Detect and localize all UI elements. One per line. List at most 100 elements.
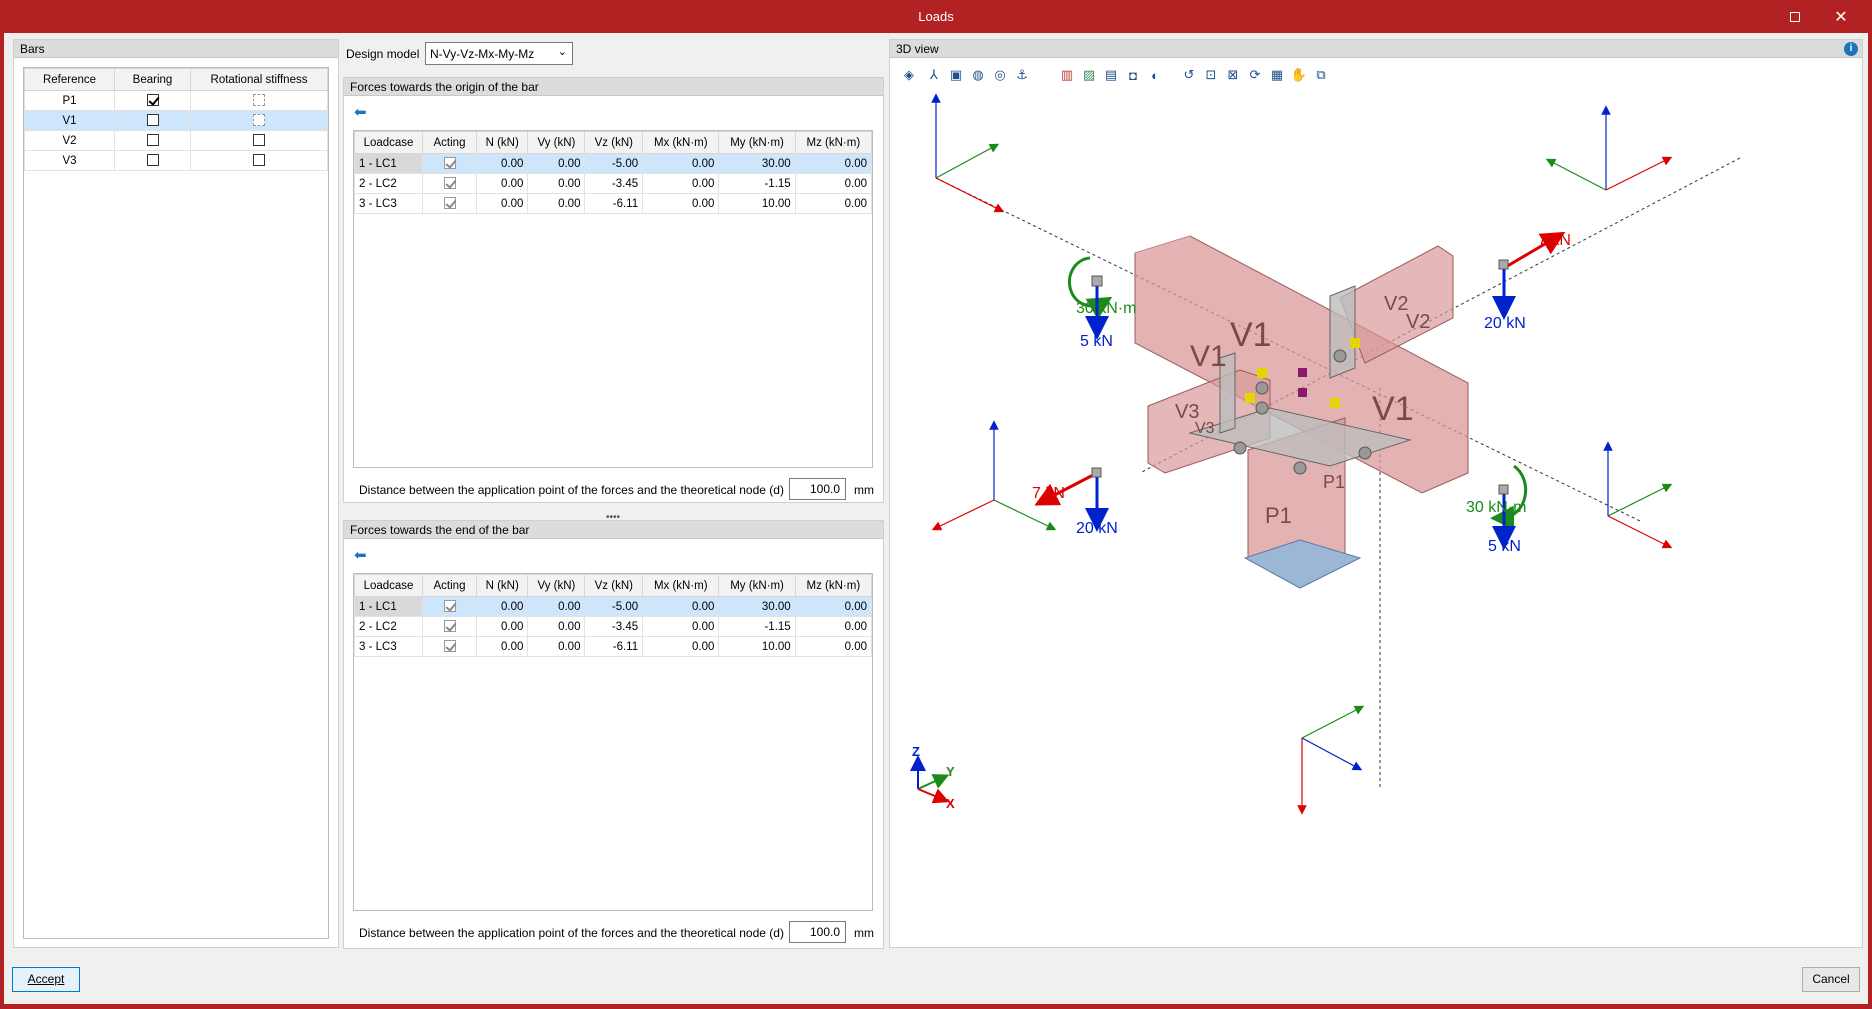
column-acting[interactable]: Acting xyxy=(422,574,477,597)
table-row[interactable]: 1 - LC1 0.00 0.00 -5.00 0.00 30.00 0.00 xyxy=(354,153,873,174)
mx-cell[interactable]: 0.00 xyxy=(642,616,720,637)
plane-icon[interactable]: ▨ xyxy=(1080,66,1098,84)
render-icon[interactable]: ◐ xyxy=(1146,66,1164,84)
vy-cell[interactable]: 0.00 xyxy=(527,616,586,637)
bearing-checkbox[interactable] xyxy=(146,154,159,167)
mz-cell[interactable]: 0.00 xyxy=(794,636,873,657)
solid-view-icon[interactable]: ◍ xyxy=(969,66,987,84)
axes-icon[interactable]: ⅄ xyxy=(925,66,943,84)
vz-cell[interactable]: -6.11 xyxy=(584,193,644,214)
bearing-checkbox[interactable] xyxy=(146,94,159,107)
my-cell[interactable]: 10.00 xyxy=(718,193,796,214)
n-cell[interactable]: 0.00 xyxy=(475,596,529,617)
end-distance-input[interactable]: 100.0 xyxy=(789,921,846,943)
my-cell[interactable]: 10.00 xyxy=(718,636,796,657)
zoom-x2-icon[interactable]: ⊠ xyxy=(1224,66,1242,84)
column-vy[interactable]: Vy (kN) xyxy=(527,131,586,154)
table-row[interactable]: 2 - LC2 0.00 0.00 -3.45 0.00 -1.15 0.00 xyxy=(354,173,873,194)
table-row[interactable]: P1 xyxy=(24,90,328,111)
mx-cell[interactable]: 0.00 xyxy=(642,596,720,617)
back-arrow-icon[interactable]: ⬅ xyxy=(354,103,374,121)
column-loadcase[interactable]: Loadcase xyxy=(354,574,423,597)
table-row[interactable]: V1 xyxy=(24,110,328,131)
n-cell[interactable]: 0.00 xyxy=(475,173,529,194)
column-vy[interactable]: Vy (kN) xyxy=(527,574,586,597)
column-vz[interactable]: Vz (kN) xyxy=(584,131,644,154)
column-n[interactable]: N (kN) xyxy=(475,131,529,154)
cube-view-icon[interactable]: ▣ xyxy=(947,66,965,84)
vz-cell[interactable]: -3.45 xyxy=(584,173,644,194)
rotational-stiffness-checkbox[interactable] xyxy=(253,134,265,147)
acting-checkbox[interactable] xyxy=(443,640,456,653)
vy-cell[interactable]: 0.00 xyxy=(527,596,586,617)
box-icon[interactable]: ◘ xyxy=(1124,66,1142,84)
column-reference[interactable]: Reference xyxy=(24,68,115,91)
column-mz[interactable]: Mz (kN·m) xyxy=(794,574,873,597)
n-cell[interactable]: 0.00 xyxy=(475,193,529,214)
vz-cell[interactable]: -5.00 xyxy=(584,153,644,174)
vz-cell[interactable]: -3.45 xyxy=(584,616,644,637)
bearing-checkbox[interactable] xyxy=(146,134,159,147)
bearing-checkbox[interactable] xyxy=(146,114,159,127)
column-rotational-stiffness[interactable]: Rotational stiffness xyxy=(190,68,328,91)
column-mx[interactable]: Mx (kN·m) xyxy=(642,574,720,597)
plate-icon[interactable]: ▤ xyxy=(1102,66,1120,84)
wire-view-icon[interactable]: ◎ xyxy=(991,66,1009,84)
column-n[interactable]: N (kN) xyxy=(475,574,529,597)
vy-cell[interactable]: 0.00 xyxy=(527,636,586,657)
anchor-icon[interactable]: ⚓ xyxy=(1013,66,1031,84)
acting-checkbox[interactable] xyxy=(443,157,456,170)
grid-icon[interactable]: ▦ xyxy=(1268,66,1286,84)
vz-cell[interactable]: -5.00 xyxy=(584,596,644,617)
view3d-canvas[interactable]: V1 V1 V1 V2 V2 V3 V3 P1 P1 30 kN·m 5 kN xyxy=(890,88,1862,947)
vy-cell[interactable]: 0.00 xyxy=(527,173,586,194)
pan-hand-icon[interactable]: ✋ xyxy=(1290,66,1308,84)
column-acting[interactable]: Acting xyxy=(422,131,477,154)
table-row[interactable]: V3 xyxy=(24,150,328,171)
column-my[interactable]: My (kN·m) xyxy=(718,574,796,597)
n-cell[interactable]: 0.00 xyxy=(475,636,529,657)
table-row[interactable]: 1 - LC1 0.00 0.00 -5.00 0.00 30.00 0.00 xyxy=(354,596,873,617)
column-mz[interactable]: Mz (kN·m) xyxy=(794,131,873,154)
column-bearing[interactable]: Bearing xyxy=(114,68,191,91)
mx-cell[interactable]: 0.00 xyxy=(642,193,720,214)
accept-button[interactable]: Accept xyxy=(12,967,80,992)
n-cell[interactable]: 0.00 xyxy=(475,616,529,637)
column-mx[interactable]: Mx (kN·m) xyxy=(642,131,720,154)
column-my[interactable]: My (kN·m) xyxy=(718,131,796,154)
n-cell[interactable]: 0.00 xyxy=(475,153,529,174)
vy-cell[interactable]: 0.00 xyxy=(527,193,586,214)
my-cell[interactable]: -1.15 xyxy=(718,616,796,637)
layers-icon[interactable]: ◈ xyxy=(900,66,918,84)
rotate-icon[interactable]: ↺ xyxy=(1180,66,1198,84)
acting-checkbox[interactable] xyxy=(443,197,456,210)
design-model-select[interactable]: N-Vy-Vz-Mx-My-Mz ⌄ xyxy=(425,42,573,65)
column-loadcase[interactable]: Loadcase xyxy=(354,131,423,154)
back-arrow-icon[interactable]: ⬅ xyxy=(354,546,374,564)
origin-distance-input[interactable]: 100.0 xyxy=(789,478,846,500)
window-zoom-icon[interactable]: ⧉ xyxy=(1312,66,1330,84)
vy-cell[interactable]: 0.00 xyxy=(527,153,586,174)
zoom-extents-icon[interactable]: ⊡ xyxy=(1202,66,1220,84)
mx-cell[interactable]: 0.00 xyxy=(642,153,720,174)
column-vz[interactable]: Vz (kN) xyxy=(584,574,644,597)
vz-cell[interactable]: -6.11 xyxy=(584,636,644,657)
acting-checkbox[interactable] xyxy=(443,620,456,633)
close-button[interactable]: ✕ xyxy=(1818,0,1864,33)
table-row[interactable]: 3 - LC3 0.00 0.00 -6.11 0.00 10.00 0.00 xyxy=(354,193,873,214)
acting-checkbox[interactable] xyxy=(443,177,456,190)
acting-checkbox[interactable] xyxy=(443,600,456,613)
my-cell[interactable]: -1.15 xyxy=(718,173,796,194)
info-icon[interactable]: i xyxy=(1844,42,1858,56)
my-cell[interactable]: 30.00 xyxy=(718,596,796,617)
table-row[interactable]: V2 xyxy=(24,130,328,151)
refresh-icon[interactable]: ⟳ xyxy=(1246,66,1264,84)
section-icon[interactable]: ▥ xyxy=(1058,66,1076,84)
table-row[interactable]: 3 - LC3 0.00 0.00 -6.11 0.00 10.00 0.00 xyxy=(354,636,873,657)
mz-cell[interactable]: 0.00 xyxy=(794,153,873,174)
table-row[interactable]: 2 - LC2 0.00 0.00 -3.45 0.00 -1.15 0.00 xyxy=(354,616,873,637)
rotational-stiffness-checkbox[interactable] xyxy=(253,154,265,167)
mx-cell[interactable]: 0.00 xyxy=(642,636,720,657)
mz-cell[interactable]: 0.00 xyxy=(794,616,873,637)
mz-cell[interactable]: 0.00 xyxy=(794,596,873,617)
